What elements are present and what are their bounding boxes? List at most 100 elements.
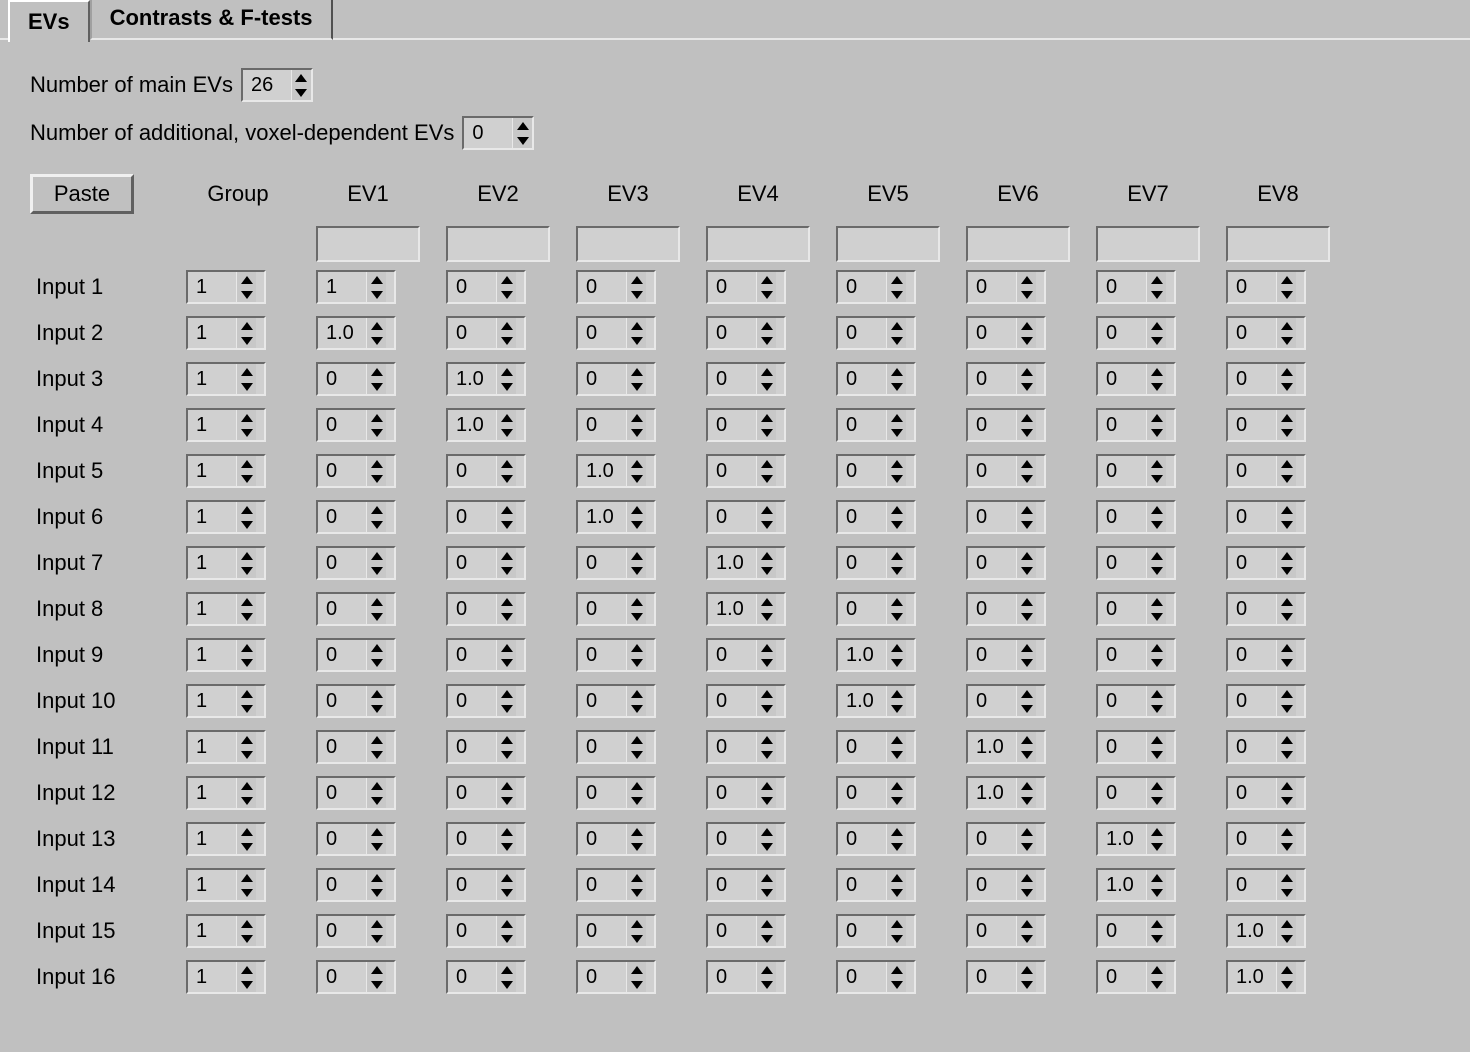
- stepper-arrows[interactable]: [1146, 916, 1166, 946]
- ev7-stepper-r10[interactable]: [1096, 684, 1176, 718]
- chevron-down-icon[interactable]: [1147, 840, 1166, 854]
- ev-name-field-1[interactable]: [316, 226, 420, 262]
- ev3-stepper-r6-input[interactable]: [578, 502, 626, 532]
- ev4-stepper-r3[interactable]: [706, 362, 786, 396]
- chevron-down-icon[interactable]: [757, 932, 776, 946]
- ev7-stepper-r3-input[interactable]: [1098, 364, 1146, 394]
- chevron-down-icon[interactable]: [757, 656, 776, 670]
- stepper-arrows[interactable]: [1016, 318, 1036, 348]
- ev5-stepper-r15[interactable]: [836, 914, 916, 948]
- group-stepper-r4[interactable]: [186, 408, 266, 442]
- ev4-stepper-r13-input[interactable]: [708, 824, 756, 854]
- chevron-down-icon[interactable]: [367, 886, 386, 900]
- chevron-down-icon[interactable]: [887, 840, 906, 854]
- chevron-down-icon[interactable]: [627, 702, 646, 716]
- ev2-stepper-r10[interactable]: [446, 684, 526, 718]
- ev3-stepper-r3[interactable]: [576, 362, 656, 396]
- tab-contrasts[interactable]: Contrasts & F-tests: [90, 0, 333, 40]
- stepper-arrows[interactable]: [1276, 640, 1296, 670]
- stepper-arrows[interactable]: [366, 732, 386, 762]
- chevron-up-icon[interactable]: [1017, 917, 1036, 931]
- ev8-stepper-r1-input[interactable]: [1228, 272, 1276, 302]
- ev2-stepper-r2-input[interactable]: [448, 318, 496, 348]
- stepper-arrows[interactable]: [366, 916, 386, 946]
- stepper-arrows[interactable]: [886, 502, 906, 532]
- stepper-arrows[interactable]: [1276, 916, 1296, 946]
- group-stepper-r15[interactable]: [186, 914, 266, 948]
- stepper-arrows[interactable]: [1276, 962, 1296, 992]
- chevron-down-icon[interactable]: [1277, 610, 1296, 624]
- chevron-down-icon[interactable]: [757, 288, 776, 302]
- ev3-stepper-r16-input[interactable]: [578, 962, 626, 992]
- chevron-up-icon[interactable]: [757, 871, 776, 885]
- stepper-arrows[interactable]: [236, 916, 256, 946]
- chevron-up-icon[interactable]: [367, 503, 386, 517]
- chevron-down-icon[interactable]: [367, 288, 386, 302]
- stepper-arrows[interactable]: [756, 686, 776, 716]
- chevron-up-icon[interactable]: [627, 917, 646, 931]
- chevron-up-icon[interactable]: [887, 687, 906, 701]
- stepper-arrows[interactable]: [886, 640, 906, 670]
- chevron-down-icon[interactable]: [887, 932, 906, 946]
- chevron-down-icon[interactable]: [513, 134, 532, 148]
- chevron-down-icon[interactable]: [1017, 472, 1036, 486]
- ev1-stepper-r3-input[interactable]: [318, 364, 366, 394]
- chevron-down-icon[interactable]: [627, 794, 646, 808]
- group-stepper-r7[interactable]: [186, 546, 266, 580]
- chevron-up-icon[interactable]: [627, 319, 646, 333]
- ev3-stepper-r14[interactable]: [576, 868, 656, 902]
- stepper-arrows[interactable]: [1146, 594, 1166, 624]
- chevron-down-icon[interactable]: [757, 794, 776, 808]
- ev8-stepper-r10[interactable]: [1226, 684, 1306, 718]
- chevron-up-icon[interactable]: [627, 595, 646, 609]
- chevron-down-icon[interactable]: [1277, 794, 1296, 808]
- chevron-up-icon[interactable]: [497, 733, 516, 747]
- chevron-up-icon[interactable]: [367, 365, 386, 379]
- chevron-down-icon[interactable]: [1147, 886, 1166, 900]
- ev6-stepper-r12[interactable]: [966, 776, 1046, 810]
- ev2-stepper-r11[interactable]: [446, 730, 526, 764]
- chevron-down-icon[interactable]: [367, 932, 386, 946]
- chevron-up-icon[interactable]: [627, 687, 646, 701]
- ev5-stepper-r4-input[interactable]: [838, 410, 886, 440]
- ev6-stepper-r11-input[interactable]: [968, 732, 1016, 762]
- chevron-down-icon[interactable]: [1017, 840, 1036, 854]
- chevron-up-icon[interactable]: [627, 457, 646, 471]
- stepper-arrows[interactable]: [496, 824, 516, 854]
- ev8-stepper-r4-input[interactable]: [1228, 410, 1276, 440]
- ev4-stepper-r9[interactable]: [706, 638, 786, 672]
- group-stepper-r16-input[interactable]: [188, 962, 236, 992]
- chevron-down-icon[interactable]: [627, 932, 646, 946]
- chevron-down-icon[interactable]: [237, 518, 256, 532]
- chevron-down-icon[interactable]: [887, 702, 906, 716]
- ev3-stepper-r3-input[interactable]: [578, 364, 626, 394]
- ev6-stepper-r7-input[interactable]: [968, 548, 1016, 578]
- chevron-up-icon[interactable]: [1147, 273, 1166, 287]
- group-stepper-r11[interactable]: [186, 730, 266, 764]
- chevron-up-icon[interactable]: [1277, 457, 1296, 471]
- ev6-stepper-r6-input[interactable]: [968, 502, 1016, 532]
- ev7-stepper-r4[interactable]: [1096, 408, 1176, 442]
- group-stepper-r6[interactable]: [186, 500, 266, 534]
- ev-name-field-3[interactable]: [576, 226, 680, 262]
- stepper-arrows[interactable]: [1146, 962, 1166, 992]
- ev3-stepper-r13-input[interactable]: [578, 824, 626, 854]
- ev7-stepper-r15-input[interactable]: [1098, 916, 1146, 946]
- ev7-stepper-r8-input[interactable]: [1098, 594, 1146, 624]
- stepper-arrows[interactable]: [236, 640, 256, 670]
- ev8-stepper-r3-input[interactable]: [1228, 364, 1276, 394]
- chevron-down-icon[interactable]: [887, 886, 906, 900]
- chevron-down-icon[interactable]: [1277, 288, 1296, 302]
- group-stepper-r2-input[interactable]: [188, 318, 236, 348]
- ev5-stepper-r8[interactable]: [836, 592, 916, 626]
- ev8-stepper-r2-input[interactable]: [1228, 318, 1276, 348]
- chevron-up-icon[interactable]: [1017, 733, 1036, 747]
- ev3-stepper-r1-input[interactable]: [578, 272, 626, 302]
- ev2-stepper-r11-input[interactable]: [448, 732, 496, 762]
- chevron-down-icon[interactable]: [367, 794, 386, 808]
- chevron-down-icon[interactable]: [627, 656, 646, 670]
- ev6-stepper-r7[interactable]: [966, 546, 1046, 580]
- stepper-arrows[interactable]: [496, 640, 516, 670]
- chevron-down-icon[interactable]: [757, 334, 776, 348]
- stepper-arrows[interactable]: [756, 732, 776, 762]
